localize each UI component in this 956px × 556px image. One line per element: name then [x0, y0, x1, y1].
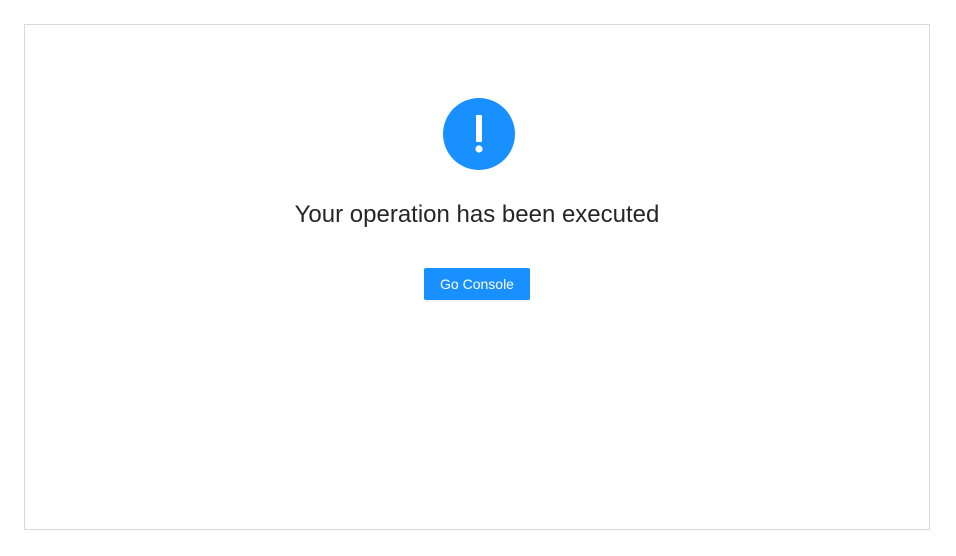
result-title: Your operation has been executed: [294, 201, 660, 228]
go-console-button[interactable]: Go Console: [424, 268, 530, 300]
result-actions: Go Console: [25, 268, 929, 300]
info-exclamation-icon: [443, 98, 515, 170]
result-panel: Your operation has been executed Go Cons…: [25, 25, 929, 529]
exclamation-icon: [443, 98, 515, 170]
result-card: Your operation has been executed Go Cons…: [24, 24, 930, 530]
